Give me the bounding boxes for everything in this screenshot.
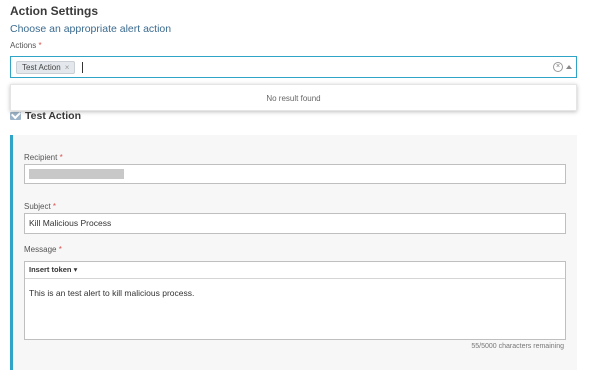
recipient-field[interactable] bbox=[24, 164, 566, 184]
tag-remove-icon[interactable]: × bbox=[65, 61, 70, 74]
subject-field[interactable]: Kill Malicious Process bbox=[24, 213, 566, 234]
section-title: Action Settings bbox=[10, 4, 99, 18]
test-action-heading-text: Test Action bbox=[25, 110, 82, 122]
message-editor: Insert token ▾ This is an test alert to … bbox=[24, 261, 566, 340]
redacted-recipient bbox=[29, 169, 124, 179]
message-value: This is an test alert to kill malicious … bbox=[29, 288, 195, 298]
subject-value: Kill Malicious Process bbox=[29, 218, 112, 228]
message-label-text: Message bbox=[24, 245, 57, 254]
clear-icon[interactable]: × bbox=[553, 62, 563, 72]
recipient-label-text: Recipient bbox=[24, 153, 58, 162]
section-subtitle: Choose an appropriate alert action bbox=[10, 23, 172, 35]
insert-token-label: Insert token bbox=[29, 265, 72, 274]
mail-icon bbox=[10, 112, 21, 120]
selected-action-tag: Test Action × bbox=[16, 61, 76, 74]
subject-label: Subject * bbox=[24, 202, 56, 211]
insert-token-dropdown[interactable]: Insert token ▾ bbox=[25, 262, 565, 279]
chevron-down-icon: ▾ bbox=[73, 265, 78, 274]
subject-label-text: Subject bbox=[24, 202, 51, 211]
actions-dropdown: No result found bbox=[10, 84, 577, 111]
actions-select[interactable]: Test Action × × bbox=[10, 56, 577, 78]
text-caret bbox=[82, 62, 83, 73]
tag-label: Test Action bbox=[22, 63, 61, 72]
required-mark: * bbox=[38, 41, 42, 50]
actions-label-text: Actions bbox=[10, 41, 37, 50]
message-textarea[interactable]: This is an test alert to kill malicious … bbox=[25, 279, 565, 307]
chevron-up-icon[interactable] bbox=[566, 65, 572, 69]
required-mark: * bbox=[52, 202, 57, 211]
required-mark: * bbox=[58, 245, 62, 254]
actions-label: Actions * bbox=[10, 41, 42, 50]
recipient-label: Recipient * bbox=[24, 153, 63, 162]
test-action-heading: Test Action bbox=[10, 110, 81, 122]
required-mark: * bbox=[59, 153, 63, 162]
no-result-text: No result found bbox=[266, 94, 321, 103]
message-label: Message * bbox=[24, 245, 62, 254]
characters-remaining: 55/5000 characters remaining bbox=[471, 343, 564, 350]
